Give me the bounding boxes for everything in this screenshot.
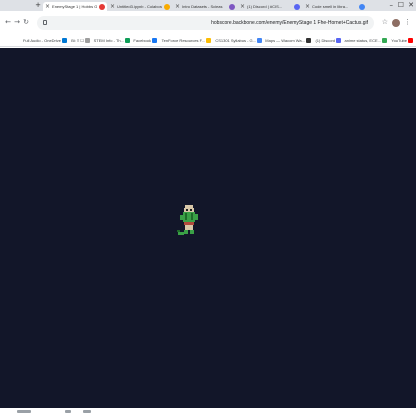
tab-title: Untitled3.ipynb - Colaboratory: [117, 4, 162, 9]
browser-tab[interactable]: (1) Discord | #CIS... ×: [238, 2, 302, 11]
bookmark-favicon-icon: [84, 37, 90, 43]
sprite-part: [185, 225, 193, 230]
close-icon[interactable]: ×: [305, 3, 310, 10]
lock-icon[interactable]: [43, 20, 47, 25]
sprite-part: [186, 209, 188, 211]
bookmark-item[interactable]: TenForce Resources F...: [161, 37, 211, 43]
bookmark-item[interactable]: Maps — Wacom Wa...: [266, 37, 312, 43]
tab-favicon-icon: [294, 3, 300, 10]
bookmark-item[interactable]: (1) Discord: [315, 37, 341, 43]
tab-strip: ✕ ☐ – Code smell in libra... × (1) Disco…: [0, 0, 416, 11]
sprite-part: [185, 213, 187, 220]
sprite-part: [184, 222, 194, 225]
close-icon[interactable]: ×: [240, 3, 245, 10]
tab-favicon-icon: [229, 3, 235, 10]
browser-window: ✕ ☐ – Code smell in libra... × (1) Disco…: [0, 0, 416, 416]
sprite-part: [184, 208, 194, 212]
sprite-part: [190, 230, 194, 234]
sprite-part: [177, 230, 180, 232]
close-window-button[interactable]: ✕: [406, 0, 416, 11]
browser-tab-active[interactable]: EnemyStage 1 | Hobbs Game Mak... ×: [43, 2, 107, 11]
status-mark: [83, 410, 91, 413]
tab-title: Code smell in libra...: [312, 4, 349, 9]
bookmark-favicon-icon: [335, 37, 341, 43]
sprite-part: [195, 214, 198, 220]
sprite-part: [191, 213, 193, 220]
browser-tab[interactable]: Code smell in libra... ×: [303, 2, 367, 11]
status-strip: [0, 408, 416, 416]
bookmark-favicon-icon: [152, 37, 158, 43]
bookmark-favicon-icon: [61, 37, 67, 43]
bookmark-favicon-icon: [382, 37, 388, 43]
browser-tab[interactable]: Untitled3.ipynb - Colaboratory ×: [108, 2, 172, 11]
bookmark-item[interactable]: YouTube: [391, 37, 413, 43]
tab-title: Intro Datasets - Scieas: [182, 4, 223, 9]
tab-favicon-icon: [359, 3, 365, 10]
status-mark: [17, 410, 31, 413]
new-tab-button[interactable]: +: [33, 0, 43, 11]
bookmark-favicon-icon: [124, 37, 130, 43]
tab-title: EnemyStage 1 | Hobbs Game Mak...: [52, 4, 97, 9]
bookmark-item[interactable]: anime status, ECE...: [345, 37, 388, 43]
sprite-part: [183, 212, 195, 222]
bookmark-favicon-icon: [408, 37, 413, 43]
bookmarks-bar: YouTube anime status, ECE... (1) Discord…: [0, 34, 416, 47]
close-icon[interactable]: ×: [175, 3, 180, 10]
bookmark-item[interactable]: STEM Info - Th...: [94, 37, 130, 43]
bookmark-favicon-icon: [256, 37, 262, 43]
bookmark-item[interactable]: Facebook: [134, 37, 158, 43]
menu-icon[interactable]: ⋮: [403, 18, 412, 27]
bookmark-item[interactable]: Bi: ≡ ☐: [71, 37, 90, 43]
sprite-part: [185, 205, 193, 208]
bookmark-favicon-icon: [205, 37, 211, 43]
bookmark-item[interactable]: Full Audio - OneDrive: [23, 37, 67, 43]
sprite-part: [190, 209, 192, 211]
close-icon[interactable]: ×: [110, 3, 115, 10]
cactus-hornet-sprite[interactable]: [176, 203, 202, 239]
url-text[interactable]: hobscore.backbone.com/enemy/EnemyStage 1…: [50, 20, 368, 26]
minimize-window-button[interactable]: –: [386, 0, 396, 11]
close-icon[interactable]: ×: [45, 3, 50, 10]
tab-title: (1) Discord | #CIS...: [247, 4, 283, 9]
status-mark: [65, 410, 71, 413]
sprite-part: [180, 215, 183, 220]
maximize-window-button[interactable]: ☐: [396, 0, 406, 11]
tab-favicon-icon: [164, 3, 170, 10]
sprite-part: [184, 230, 188, 234]
bookmark-favicon-icon: [306, 37, 312, 43]
game-viewport[interactable]: [0, 48, 416, 408]
reload-icon[interactable]: ↻: [22, 18, 31, 27]
back-icon[interactable]: ←: [4, 18, 13, 27]
star-icon[interactable]: ☆: [380, 18, 389, 27]
sprite-part: [178, 232, 184, 235]
browser-tab[interactable]: Intro Datasets - Scieas ×: [173, 2, 237, 11]
avatar[interactable]: [392, 18, 400, 27]
browser-toolbar: ⋮ ☆ hobscore.backbone.com/enemy/EnemySta…: [0, 11, 416, 34]
forward-icon[interactable]: →: [13, 18, 22, 27]
address-bar[interactable]: hobscore.backbone.com/enemy/EnemyStage 1…: [37, 15, 374, 30]
bookmark-item[interactable]: CS1301 Syllabus - G...: [215, 37, 262, 43]
tab-favicon-icon: [99, 3, 105, 10]
